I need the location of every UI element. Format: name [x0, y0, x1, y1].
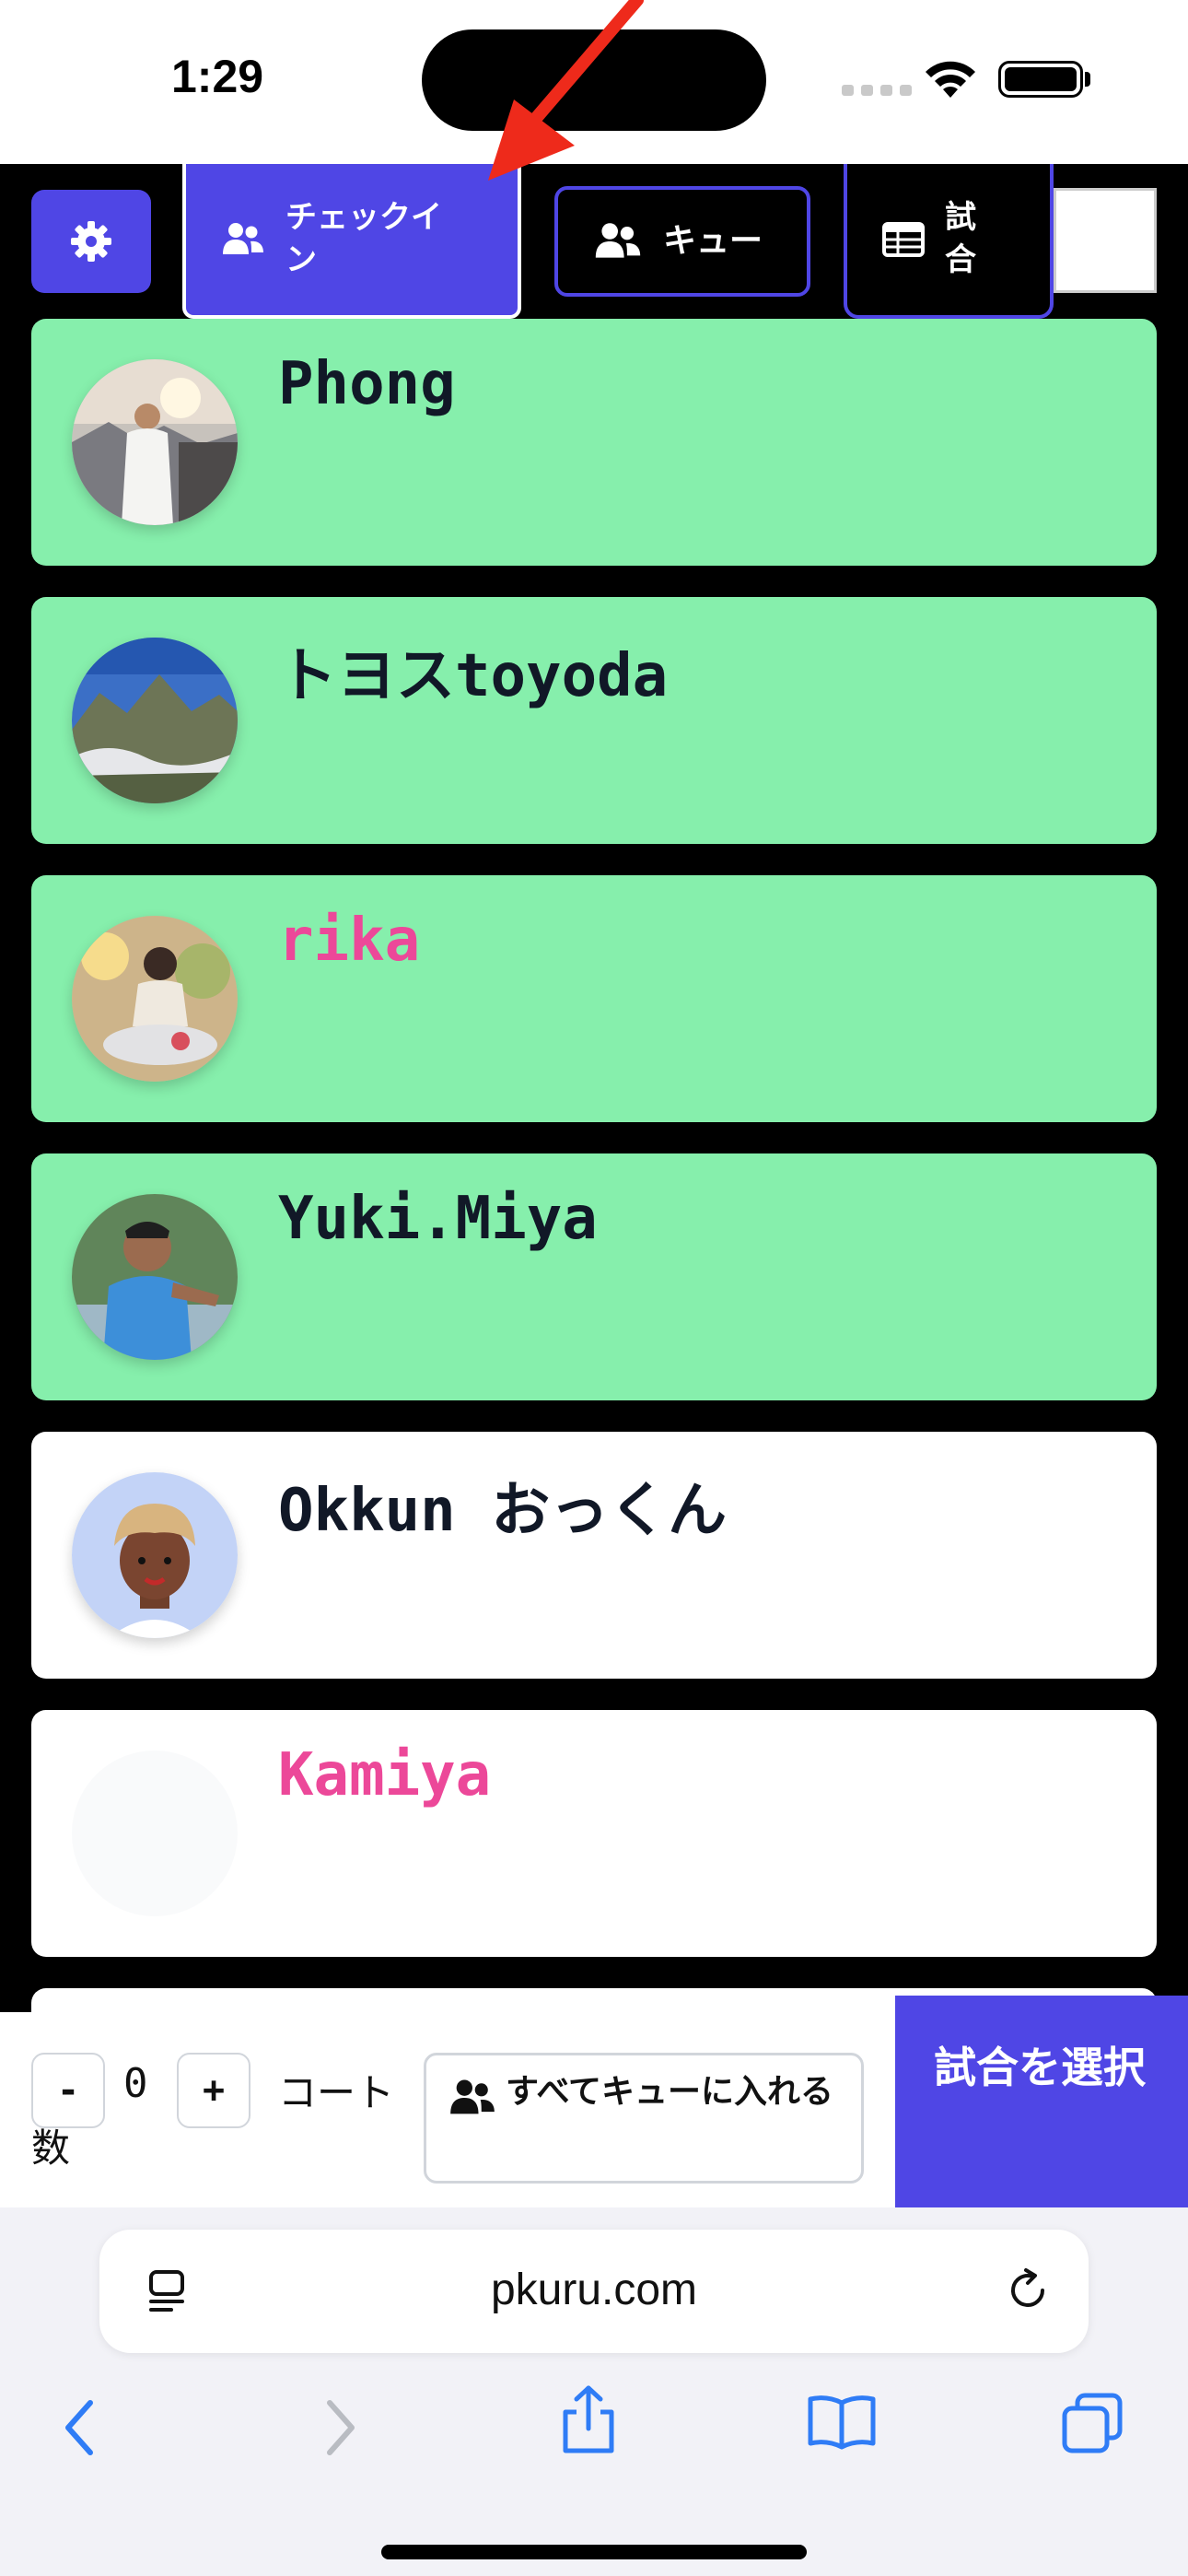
court-increment-button[interactable]: + — [177, 2053, 250, 2128]
cellular-signal-icon — [842, 85, 915, 98]
avatar — [72, 1194, 238, 1360]
player-list: Phong トヨスtoyoda rika Yuki.Miya Okkun おっく… — [31, 319, 1157, 2012]
tab-checkin[interactable]: チェックイ ン — [182, 164, 521, 319]
select-match-label: 試合を選択 — [934, 2043, 1146, 2092]
player-card[interactable]: Phong — [31, 319, 1157, 566]
forward-icon[interactable] — [317, 2395, 363, 2460]
back-icon[interactable] — [57, 2395, 103, 2460]
tab-match-label: 試 合 — [945, 199, 976, 278]
court-count-label-wrap: 数 — [31, 2125, 71, 2171]
court-count-value: 0 — [123, 2060, 148, 2107]
url-text: pkuru.com — [490, 2266, 698, 2314]
court-control-bar: - 0 + コート 数 すべてキューに入れる 試合を選択 — [0, 1996, 1188, 2207]
table-icon — [882, 222, 925, 257]
tab-queue[interactable]: キュー — [554, 186, 810, 297]
users-icon — [450, 2079, 495, 2114]
tab-checkin-label: チェックイ ン — [285, 199, 442, 278]
player-name: Yuki.Miya — [278, 1185, 598, 1253]
queue-all-label: すべてキューに入れる — [506, 2073, 834, 2111]
avatar — [72, 1472, 238, 1638]
address-bar[interactable]: pkuru.com — [99, 2230, 1089, 2353]
avatar — [72, 638, 238, 803]
reload-icon[interactable] — [1004, 2266, 1052, 2314]
select-match-button[interactable]: 試合を選択 — [895, 1996, 1188, 2207]
player-card[interactable]: rika — [31, 875, 1157, 1122]
player-card[interactable]: Okkun おっくん — [31, 1432, 1157, 1679]
queue-all-button[interactable]: すべてキューに入れる — [424, 2053, 864, 2184]
avatar — [72, 916, 238, 1082]
player-name: Phong — [278, 350, 456, 418]
player-card[interactable]: Kamiya — [31, 1710, 1157, 1957]
tab-queue-label: キュー — [663, 221, 763, 260]
player-card[interactable]: Yuki.Miya — [31, 1153, 1157, 1400]
player-card[interactable]: トヨスtoyoda — [31, 597, 1157, 844]
avatar — [72, 359, 238, 525]
tab-match[interactable]: 試 合 — [844, 164, 1054, 319]
status-bar: 1:29 — [0, 0, 1188, 164]
battery-icon — [998, 61, 1083, 98]
tab-overflow[interactable] — [1054, 188, 1157, 293]
avatar-placeholder — [72, 1751, 238, 1916]
battery-tip — [1085, 72, 1090, 87]
bookmarks-icon[interactable] — [805, 2392, 879, 2451]
browser-toolbar: pkuru.com — [0, 2207, 1188, 2576]
court-count-label: コート — [278, 2070, 395, 2115]
share-icon[interactable] — [556, 2383, 621, 2456]
dynamic-island — [422, 29, 766, 131]
tabs-icon[interactable] — [1059, 2390, 1125, 2456]
home-indicator — [381, 2545, 807, 2559]
player-name: Kamiya — [278, 1741, 492, 1809]
status-time: 1:29 — [171, 51, 264, 102]
wifi-icon — [926, 61, 975, 98]
player-name: rika — [278, 907, 421, 975]
player-name: Okkun おっくん — [278, 1477, 728, 1545]
users-icon — [223, 223, 263, 254]
users-icon — [595, 223, 641, 258]
gear-icon — [71, 221, 111, 262]
player-name: トヨスtoyoda — [278, 642, 669, 710]
settings-button[interactable] — [31, 190, 151, 293]
